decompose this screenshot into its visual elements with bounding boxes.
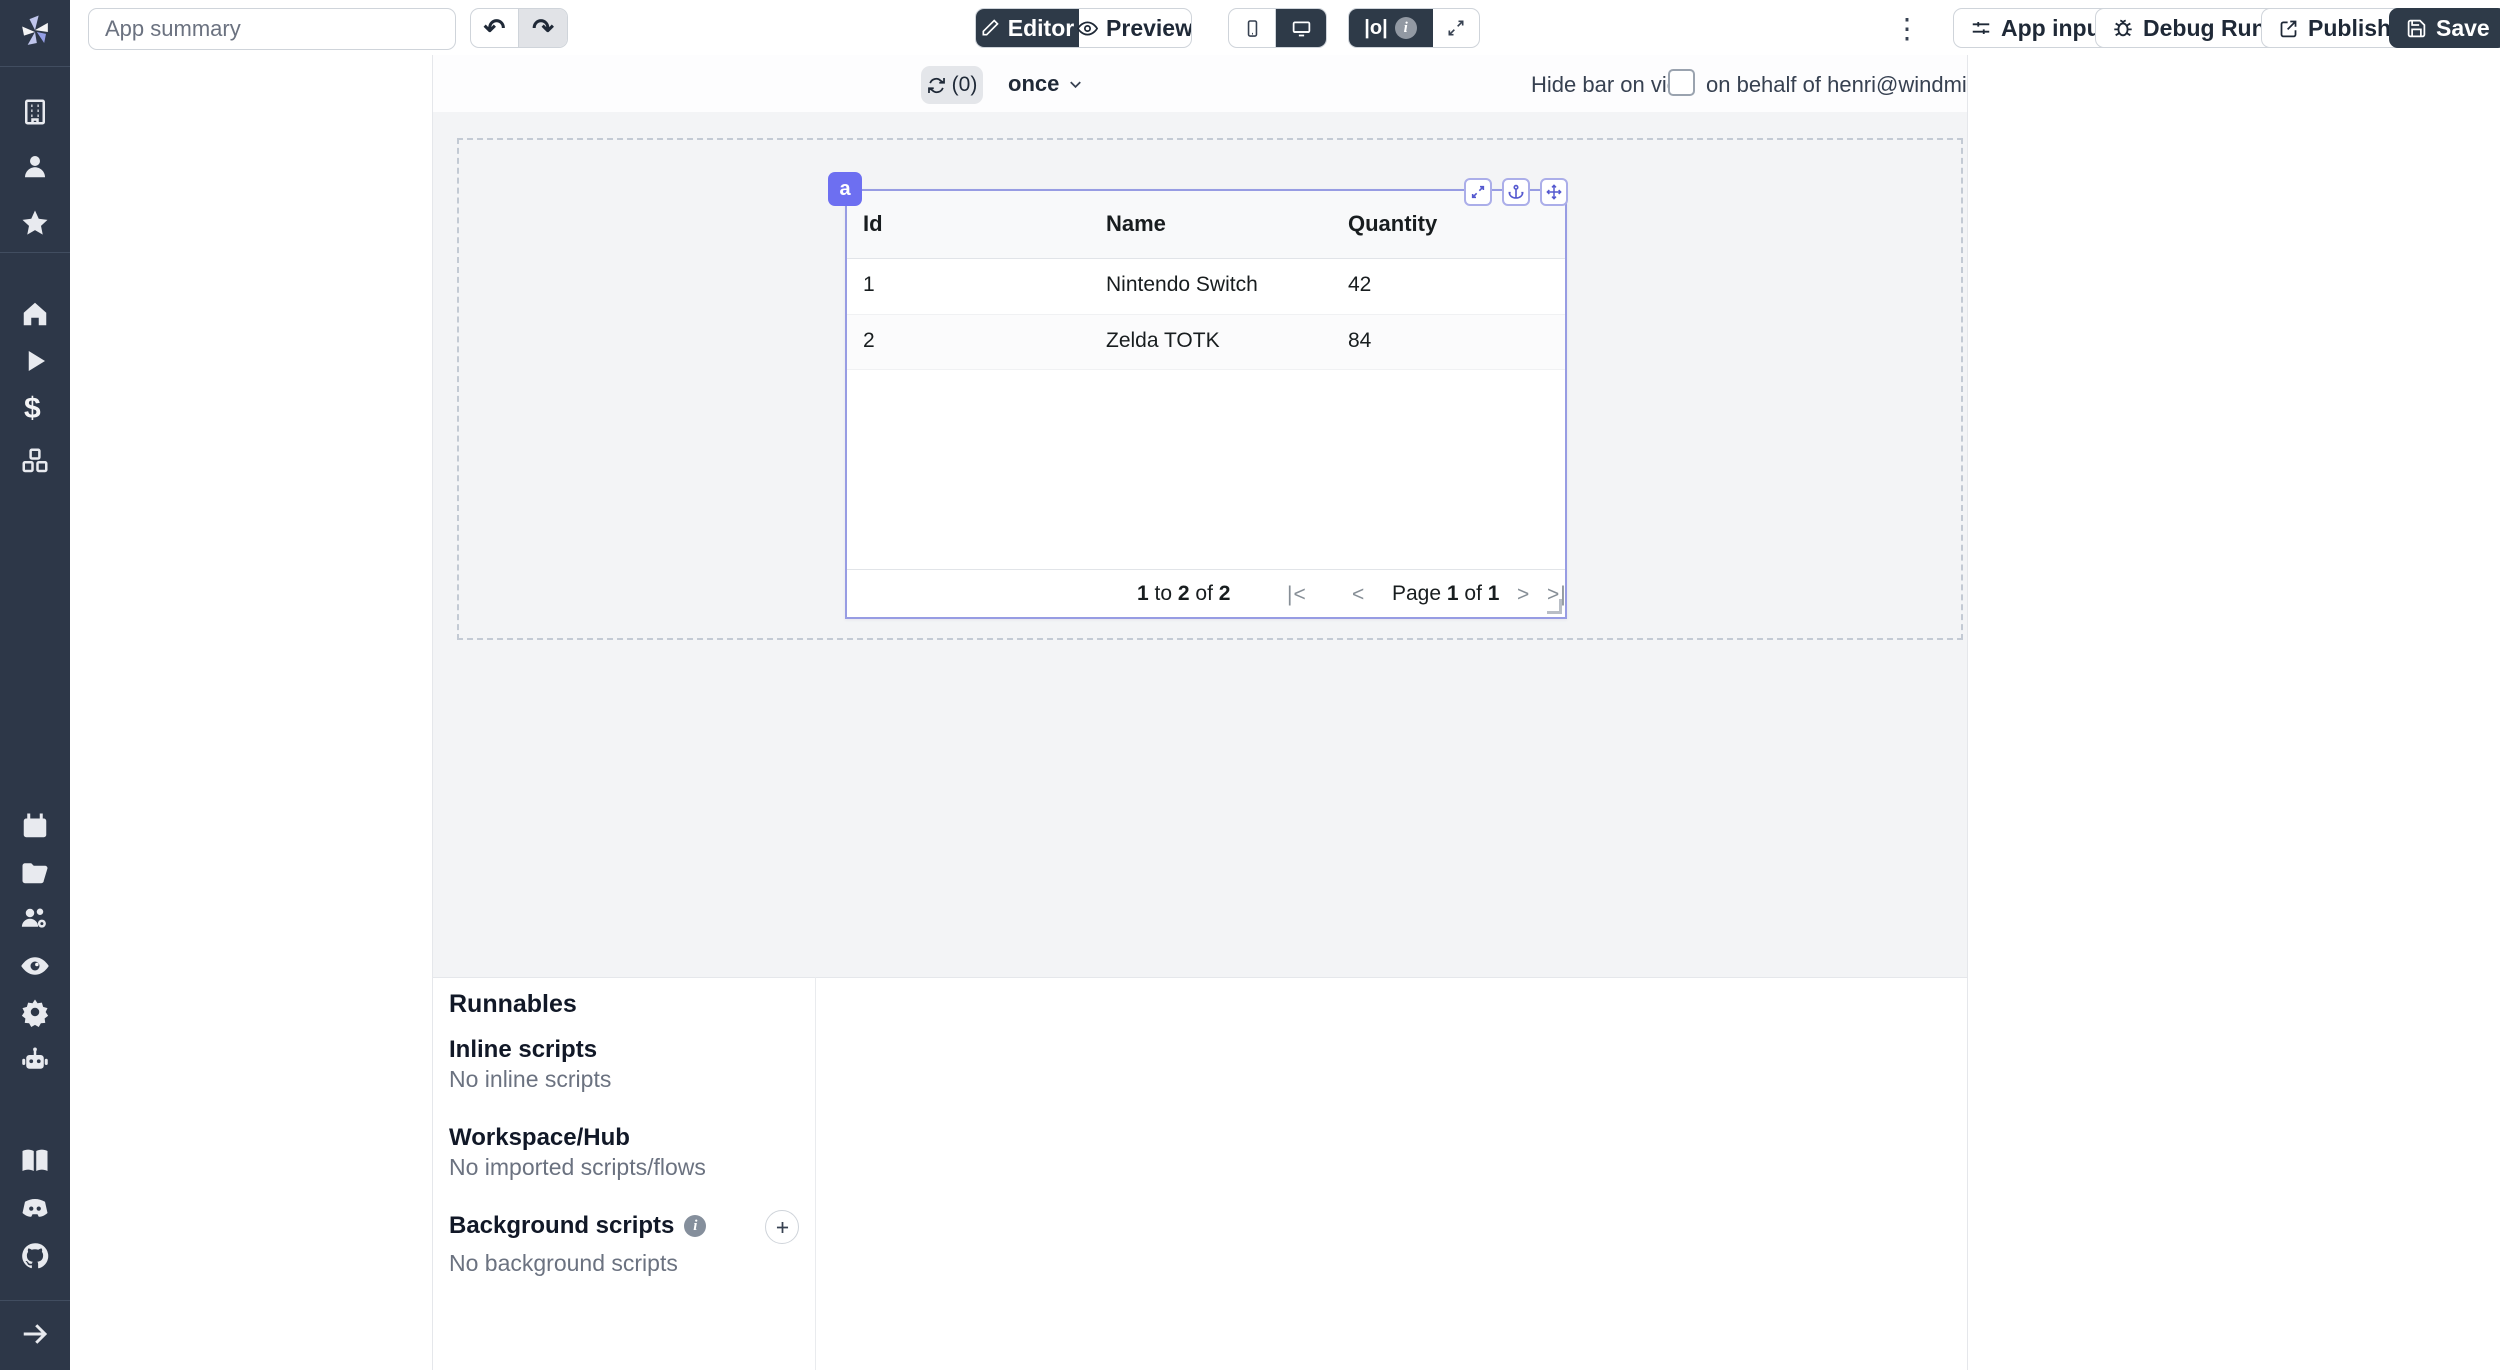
column-header[interactable]: Name (1106, 211, 1166, 237)
info-icon: i (684, 1215, 706, 1237)
selected-component-badge[interactable]: a (828, 172, 862, 206)
sidebar-divider (0, 66, 70, 67)
page-indicator: Page 1 of 1 (1392, 582, 1499, 606)
resources-cubes-icon[interactable] (20, 446, 50, 476)
settings-gear-icon[interactable] (20, 997, 50, 1027)
windmill-logo-icon[interactable] (13, 10, 57, 54)
bounds-fullscreen-group: |o| i (1348, 8, 1480, 48)
row-range-label: 1 to 2 of 2 (1137, 582, 1230, 606)
column-header[interactable]: Quantity (1348, 211, 1437, 237)
prev-page-button[interactable]: < (1352, 583, 1365, 607)
bounds-toggle-button[interactable]: |o| i (1349, 9, 1433, 47)
inline-scripts-title: Inline scripts (449, 1036, 597, 1064)
publish-button[interactable]: Publish (2261, 8, 2408, 48)
workspace-building-icon[interactable] (20, 97, 50, 127)
variables-dollar-icon[interactable]: $ (24, 392, 54, 422)
move-component-icon[interactable] (1540, 178, 1568, 206)
workspace-hub-title: Workspace/Hub (449, 1124, 630, 1152)
external-link-icon (2278, 18, 2299, 39)
discord-icon[interactable] (20, 1193, 50, 1223)
table-footer: 1 to 2 of 2 |< < Page 1 of 1 > >| (847, 569, 1565, 618)
table-row[interactable]: 2 Zelda TOTK 84 (847, 314, 1565, 370)
add-background-script-button[interactable] (765, 1210, 799, 1244)
undo-redo-group: ↶ ↷ (470, 8, 568, 48)
windmill-app-editor: $ App summary ↶ ↷ Editor Preview (0, 0, 2500, 1370)
kebab-menu-icon[interactable]: ⋮ (1893, 12, 1921, 45)
schedule-mode-dropdown[interactable]: once (1008, 71, 1085, 97)
runnables-divider (815, 977, 816, 1370)
undo-button[interactable]: ↶ (471, 9, 519, 47)
expand-sidebar-arrow-icon[interactable] (20, 1319, 50, 1349)
aggrid-table-component[interactable]: Id Name Quantity 1 Nintendo Switch 42 2 … (845, 189, 1567, 619)
chevron-down-icon (1066, 75, 1085, 94)
hide-bar-checkbox[interactable] (1668, 69, 1695, 96)
refresh-count: (0) (952, 73, 978, 97)
pencil-icon (980, 18, 1000, 38)
refresh-button[interactable]: (0) (921, 66, 983, 104)
sidebar-divider (0, 252, 70, 253)
app-summary-input[interactable]: App summary (88, 8, 456, 50)
desktop-view-button[interactable] (1276, 9, 1326, 47)
sliders-icon (1970, 17, 1992, 39)
background-scripts-empty: No background scripts (449, 1250, 678, 1277)
next-page-button[interactable]: > (1517, 583, 1530, 607)
refresh-icon (927, 76, 946, 95)
workspace-hub-empty: No imported scripts/flows (449, 1154, 706, 1181)
outputs-panel (70, 55, 433, 1370)
groups-users-icon[interactable] (20, 903, 50, 933)
background-scripts-header: Background scripts i (449, 1212, 706, 1240)
ai-robot-icon[interactable] (20, 1045, 50, 1075)
resize-handle[interactable] (1547, 599, 1562, 614)
editor-preview-toggle: Editor Preview (975, 8, 1192, 48)
editor-tab[interactable]: Editor (976, 9, 1079, 47)
docs-book-icon[interactable] (20, 1146, 50, 1176)
bug-icon (2112, 17, 2134, 39)
github-icon[interactable] (20, 1241, 50, 1271)
settings-panel (1967, 55, 2500, 1370)
column-header[interactable]: Id (863, 211, 883, 237)
folders-icon[interactable] (20, 857, 50, 887)
save-disk-icon (2406, 18, 2427, 39)
inline-scripts-empty: No inline scripts (449, 1066, 611, 1093)
table-header-row (847, 191, 1565, 259)
fullscreen-button[interactable] (1433, 9, 1479, 47)
user-icon[interactable] (20, 151, 50, 181)
runnables-title: Runnables (449, 990, 577, 1019)
first-page-button[interactable]: |< (1287, 583, 1307, 607)
redo-button[interactable]: ↷ (519, 9, 567, 47)
table-row[interactable]: 1 Nintendo Switch 42 (847, 258, 1565, 314)
eye-icon (1077, 18, 1098, 39)
sidebar-divider (0, 1300, 70, 1301)
home-icon[interactable] (20, 299, 50, 329)
info-icon: i (1395, 17, 1417, 39)
runs-play-icon[interactable] (20, 346, 50, 376)
device-toggle (1228, 8, 1327, 48)
left-sidebar: $ (0, 0, 70, 1370)
save-button[interactable]: Save (2389, 8, 2500, 48)
mobile-view-button[interactable] (1229, 9, 1276, 47)
audit-eye-icon[interactable] (20, 951, 50, 981)
schedules-calendar-icon[interactable] (20, 811, 50, 841)
favorites-star-icon[interactable] (20, 208, 50, 238)
preview-tab[interactable]: Preview (1079, 9, 1191, 47)
expand-component-icon[interactable] (1464, 178, 1492, 206)
anchor-component-icon[interactable] (1502, 178, 1530, 206)
